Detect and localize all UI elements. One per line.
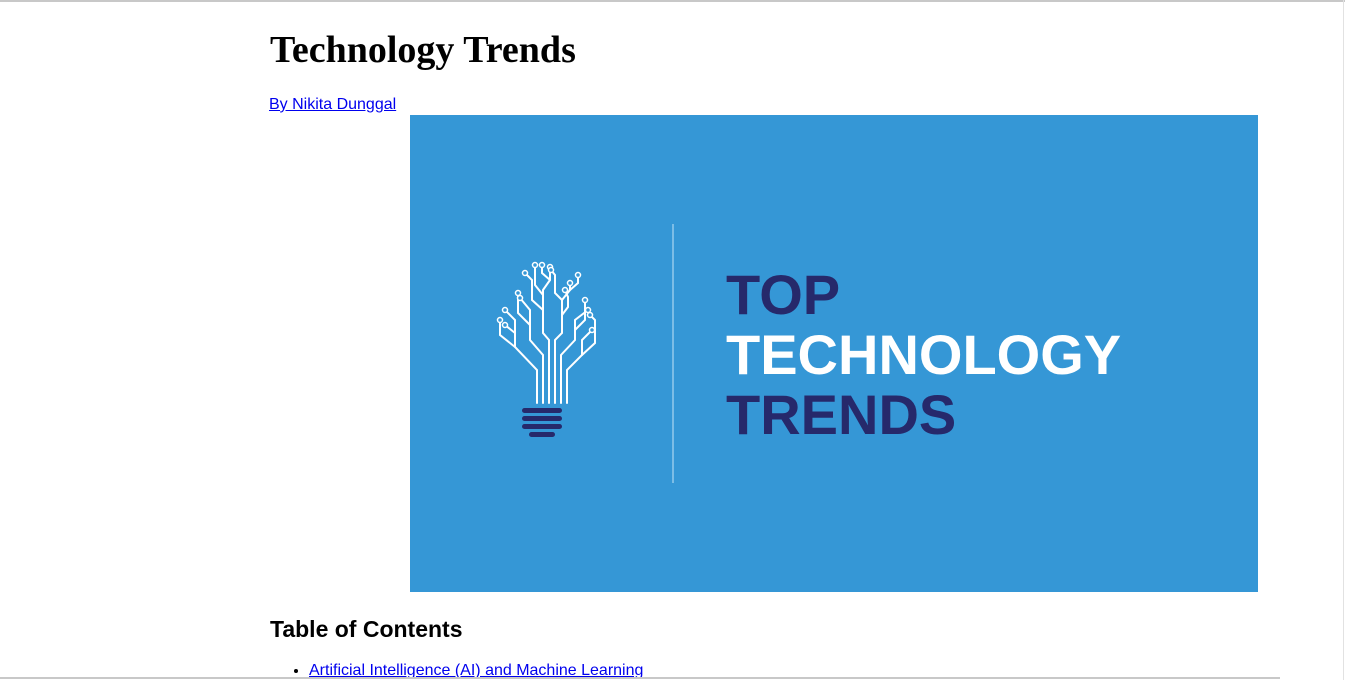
hero-line-trends: TRENDS xyxy=(726,383,957,446)
author-link[interactable]: By Nikita Dunggal xyxy=(269,96,396,114)
page-title: Technology Trends xyxy=(270,29,576,71)
hero-image: TOP TECHNOLOGY TRENDS xyxy=(410,115,1258,592)
hero-divider xyxy=(672,224,674,483)
window-bottom-border xyxy=(0,677,1280,679)
hero-line-top: TOP xyxy=(726,263,841,326)
window-top-border xyxy=(0,0,1345,2)
hero-headline: TOP TECHNOLOGY TRENDS xyxy=(726,265,1121,445)
hero-line-technology: TECHNOLOGY xyxy=(726,323,1122,386)
toc-title: Table of Contents xyxy=(270,616,463,642)
scrollbar-track[interactable] xyxy=(1343,0,1344,680)
